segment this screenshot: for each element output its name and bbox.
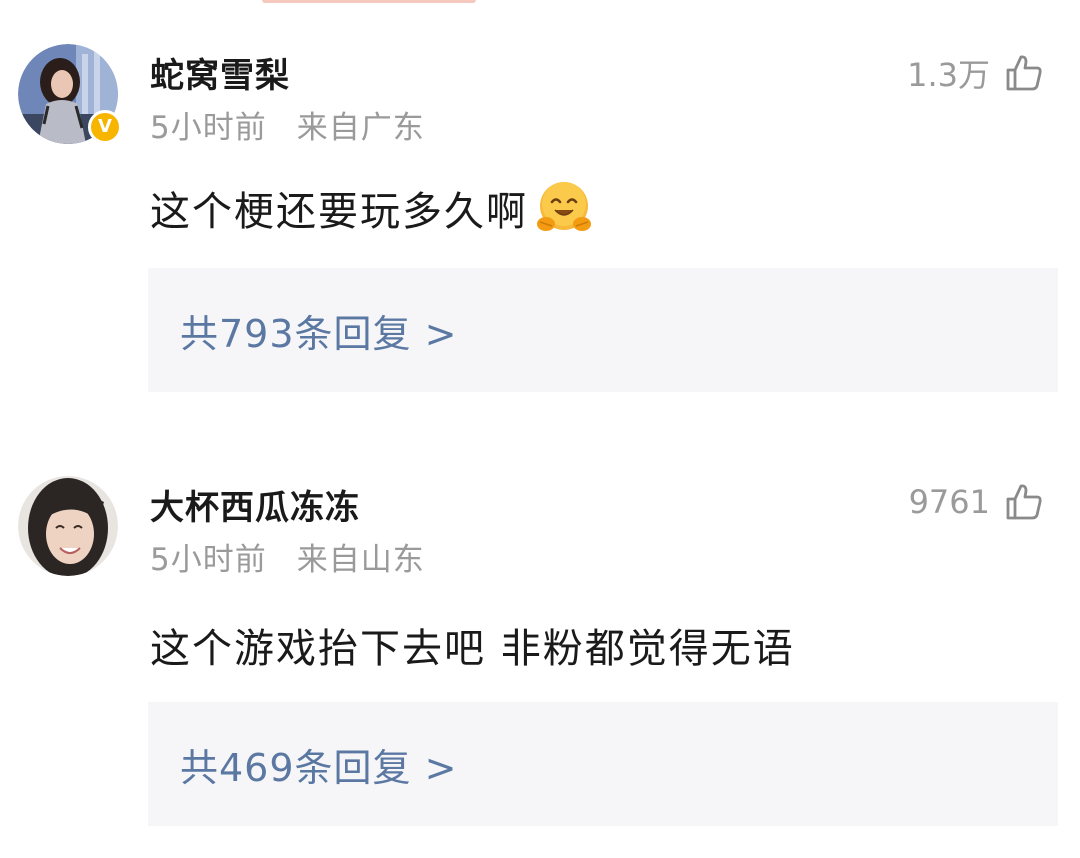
comment-text: 这个梗还要玩多久啊 [150, 189, 528, 235]
like-button[interactable]: 1.3万 [907, 50, 1044, 96]
comment-meta: 5小时前 来自山东 [150, 534, 425, 579]
top-cropped-element [262, 0, 476, 3]
verified-badge-icon: V [88, 110, 122, 144]
avatar[interactable] [18, 476, 118, 576]
like-count: 1.3万 [907, 56, 990, 94]
comment-meta: 5小时前 来自广东 [150, 102, 425, 147]
like-button[interactable]: 9761 [909, 482, 1044, 522]
avatar[interactable]: V [18, 44, 122, 144]
replies-label: 共469条回复 > [180, 745, 458, 790]
comment-text: 这个游戏抬下去吧 非粉都觉得无语 [150, 626, 795, 672]
view-replies-button[interactable]: 共793条回复 > [148, 268, 1058, 392]
comment-time: 5小时前 [150, 542, 267, 578]
view-replies-button[interactable]: 共469条回复 > [148, 702, 1058, 826]
like-count: 9761 [908, 483, 990, 521]
username[interactable]: 蛇窝雪梨 [150, 48, 290, 97]
comment-time: 5小时前 [150, 110, 267, 146]
replies-label: 共793条回复 > [180, 311, 458, 356]
comment-location: 来自山东 [296, 542, 425, 578]
username[interactable]: 大杯西瓜冻冻 [150, 480, 360, 529]
comment-text-row: 这个游戏抬下去吧 非粉都觉得无语 [150, 616, 795, 674]
comment-text-row: 这个梗还要玩多久啊 [150, 178, 594, 238]
comment-location: 来自广东 [296, 110, 425, 146]
thumbs-up-icon [1006, 484, 1042, 520]
avatar-image [18, 476, 118, 576]
thumbs-up-icon [1006, 55, 1042, 91]
hugging-face-emoji-icon [537, 182, 591, 231]
comment-feed: V 蛇窝雪梨 5小时前 来自广东 1.3万 这个梗还要玩多久啊 共793条回复 … [0, 0, 1080, 858]
